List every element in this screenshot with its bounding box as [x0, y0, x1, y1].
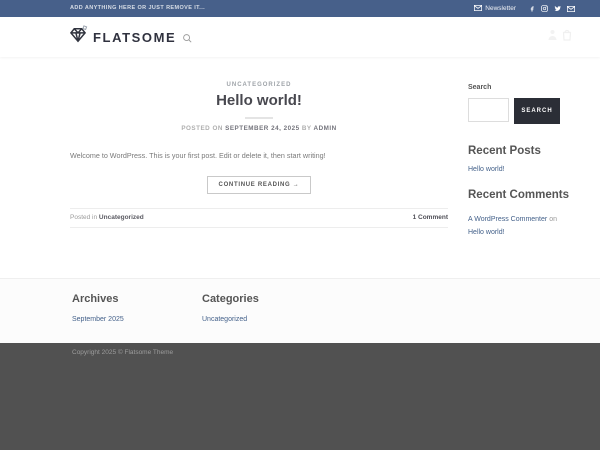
recent-comment-item: A WordPress Commenter on Hello world!	[468, 213, 580, 239]
site-logo[interactable]: FLATSOME	[68, 25, 176, 50]
post-divider	[245, 117, 273, 119]
social-icons	[529, 5, 575, 12]
recent-comments-title: Recent Comments	[468, 189, 580, 201]
cart-icon	[562, 29, 572, 41]
facebook-icon[interactable]	[529, 5, 535, 12]
newsletter-label: Newsletter	[485, 5, 516, 12]
comment-connector: on	[549, 216, 557, 223]
site-header: FLATSOME	[0, 17, 600, 57]
copyright-text: Copyright 2025 © Flatsome Theme	[72, 349, 173, 356]
footer-widgets: Archives September 2025 Categories Uncat…	[0, 278, 600, 343]
header-secondary-icons[interactable]	[548, 29, 572, 41]
footer-archives-widget: Archives September 2025	[72, 279, 124, 323]
archive-link[interactable]: September 2025	[72, 316, 124, 323]
post-article: UNCATEGORIZED Hello world! POSTED ON SEP…	[70, 57, 448, 228]
recent-post-link[interactable]: Hello world!	[468, 166, 580, 173]
posted-in: Posted in Uncategorized	[70, 214, 144, 221]
posted-in-category-link[interactable]: Uncategorized	[99, 214, 144, 221]
post-category[interactable]: UNCATEGORIZED	[70, 82, 448, 88]
topbar-right: Newsletter	[474, 0, 575, 17]
posted-in-label: Posted in	[70, 214, 97, 221]
archives-title: Archives	[72, 293, 124, 305]
continue-reading-button[interactable]: CONTINUE READING →	[207, 176, 312, 194]
search-button[interactable]: SEARCH	[514, 98, 560, 124]
topbar-message: ADD ANYTHING HERE OR JUST REMOVE IT...	[70, 0, 205, 17]
comment-post-link[interactable]: Hello world!	[468, 229, 505, 236]
posted-on-label: POSTED ON	[181, 125, 223, 132]
twitter-icon[interactable]	[554, 5, 561, 12]
post-meta-line: POSTED ON SEPTEMBER 24, 2025 BY ADMIN	[70, 125, 448, 132]
post-footer-meta: Posted in Uncategorized 1 Comment	[70, 208, 448, 228]
categories-title: Categories	[202, 293, 259, 305]
newsletter-link[interactable]: Newsletter	[474, 5, 516, 13]
post-excerpt: Welcome to WordPress. This is your first…	[70, 151, 448, 162]
search-input[interactable]	[468, 98, 509, 122]
post-title[interactable]: Hello world!	[70, 92, 448, 109]
sidebar: Search SEARCH Recent Posts Hello world! …	[468, 57, 580, 239]
topbar: ADD ANYTHING HERE OR JUST REMOVE IT... N…	[0, 0, 600, 17]
email-icon[interactable]	[567, 6, 575, 12]
instagram-icon[interactable]	[541, 5, 548, 12]
logo-text: FLATSOME	[93, 30, 176, 45]
category-link[interactable]: Uncategorized	[202, 316, 259, 323]
footer-categories-widget: Categories Uncategorized	[202, 279, 259, 323]
post-author-link[interactable]: ADMIN	[314, 125, 337, 132]
posted-by-label: BY	[302, 125, 312, 132]
flatsome-gem-icon	[68, 25, 88, 50]
recent-posts-title: Recent Posts	[468, 145, 580, 157]
post-date-link[interactable]: SEPTEMBER 24, 2025	[225, 125, 299, 132]
search-icon[interactable]	[182, 31, 193, 49]
page: ADD ANYTHING HERE OR JUST REMOVE IT... N…	[0, 0, 600, 450]
absolute-footer: Copyright 2025 © Flatsome Theme	[0, 343, 600, 450]
newsletter-envelope-icon	[474, 5, 482, 13]
search-widget: SEARCH	[468, 98, 580, 124]
account-icon	[548, 29, 557, 41]
comment-count-link[interactable]: 1 Comment	[413, 214, 448, 221]
search-widget-title: Search	[468, 84, 580, 91]
comment-author-link[interactable]: A WordPress Commenter	[468, 216, 547, 223]
post-button-row: CONTINUE READING →	[70, 173, 448, 194]
